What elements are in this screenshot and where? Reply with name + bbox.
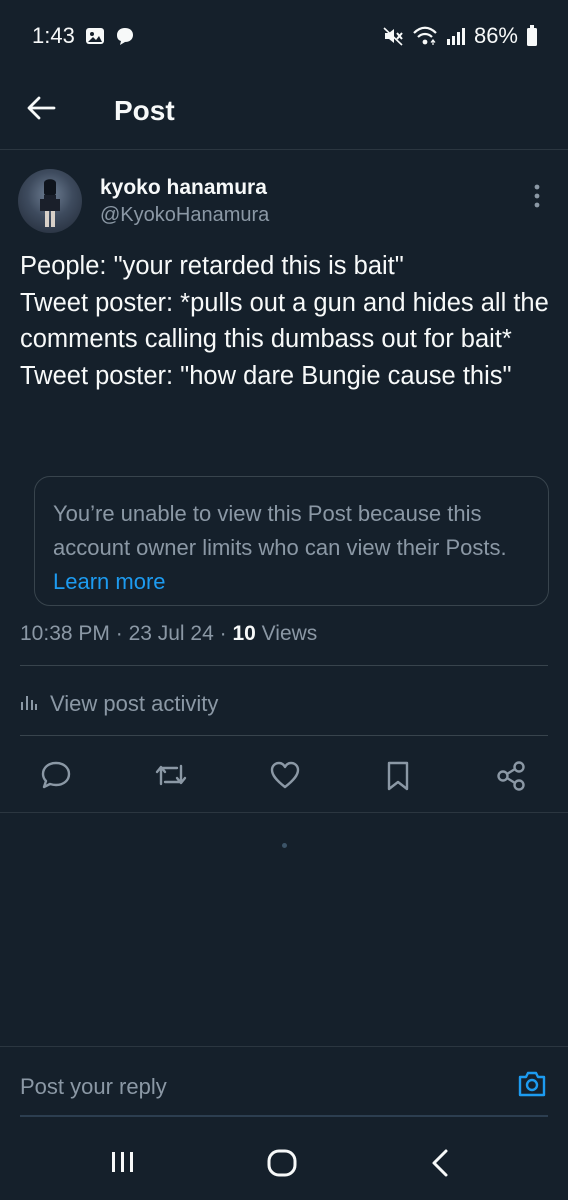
status-bar-left: 1:43 bbox=[32, 23, 135, 49]
heart-icon bbox=[269, 761, 301, 794]
author-display-name[interactable]: kyoko hanamura bbox=[100, 176, 269, 200]
author-handle[interactable]: @KyokoHanamura bbox=[100, 204, 269, 227]
post-date: 23 Jul 24 bbox=[128, 622, 214, 645]
page-title: Post bbox=[114, 94, 175, 126]
home-icon bbox=[266, 1149, 298, 1182]
repost-icon bbox=[153, 764, 189, 794]
gallery-icon bbox=[85, 27, 105, 45]
chat-bubble-icon bbox=[115, 26, 135, 46]
notice-text: You’re unable to view this Post because … bbox=[53, 501, 507, 560]
more-options-button[interactable] bbox=[532, 182, 542, 215]
meta-separator: · bbox=[109, 622, 129, 645]
meta-separator: · bbox=[213, 622, 233, 645]
reply-underline bbox=[20, 1115, 548, 1117]
activity-label: View post activity bbox=[50, 691, 219, 716]
chevron-left-icon bbox=[428, 1149, 452, 1182]
camera-icon bbox=[516, 1071, 548, 1103]
arrow-left-icon bbox=[26, 95, 56, 126]
divider bbox=[20, 735, 548, 736]
post-text: People: "your retarded this is bait" Twe… bbox=[20, 252, 549, 390]
avatar[interactable] bbox=[18, 169, 82, 233]
recent-apps-icon bbox=[108, 1152, 138, 1180]
view-post-activity-button[interactable]: View post activity bbox=[20, 684, 218, 724]
bar-chart-icon bbox=[20, 691, 38, 717]
status-time: 1:43 bbox=[32, 23, 75, 48]
reply-icon bbox=[40, 761, 72, 794]
recent-apps-button[interactable] bbox=[108, 1148, 138, 1181]
repost-button[interactable] bbox=[153, 760, 189, 795]
like-button[interactable] bbox=[269, 760, 301, 795]
back-button[interactable] bbox=[26, 95, 86, 126]
share-button[interactable] bbox=[495, 760, 527, 797]
reply-input[interactable] bbox=[20, 1067, 490, 1107]
views-count: 10 bbox=[232, 622, 256, 645]
post-time: 10:38 PM bbox=[20, 622, 110, 645]
post-actions bbox=[0, 752, 568, 798]
mute-icon bbox=[382, 26, 404, 46]
post-meta: 10:38 PM · 23 Jul 24 · 10 Views bbox=[20, 618, 550, 650]
status-bar-right: 86% bbox=[382, 23, 538, 49]
bookmark-icon bbox=[384, 761, 412, 796]
camera-button[interactable] bbox=[516, 1069, 548, 1104]
views-label: Views bbox=[255, 622, 318, 645]
post-author: kyoko hanamura @KyokoHanamura bbox=[18, 168, 550, 234]
system-nav-bar bbox=[0, 1124, 568, 1200]
top-app-bar: Post bbox=[0, 72, 568, 150]
divider bbox=[0, 812, 568, 813]
author-names: kyoko hanamura @KyokoHanamura bbox=[100, 176, 269, 227]
bookmark-button[interactable] bbox=[384, 760, 412, 797]
loading-indicator bbox=[282, 843, 287, 848]
learn-more-link[interactable]: Learn more bbox=[53, 569, 166, 594]
share-icon bbox=[495, 761, 527, 796]
quoted-post-unavailable[interactable]: You’re unable to view this Post because … bbox=[34, 476, 549, 606]
status-bar: 1:43 86% bbox=[0, 0, 568, 72]
battery-percent: 86% bbox=[473, 23, 518, 48]
vertical-dots-icon bbox=[532, 184, 542, 214]
reply-bar bbox=[0, 1046, 568, 1118]
home-button[interactable] bbox=[266, 1148, 298, 1183]
divider bbox=[20, 665, 548, 666]
battery-icon bbox=[526, 25, 538, 47]
wifi-icon bbox=[412, 26, 438, 46]
system-back-button[interactable] bbox=[428, 1148, 452, 1183]
reply-button[interactable] bbox=[40, 760, 72, 795]
signal-icon bbox=[446, 26, 466, 46]
